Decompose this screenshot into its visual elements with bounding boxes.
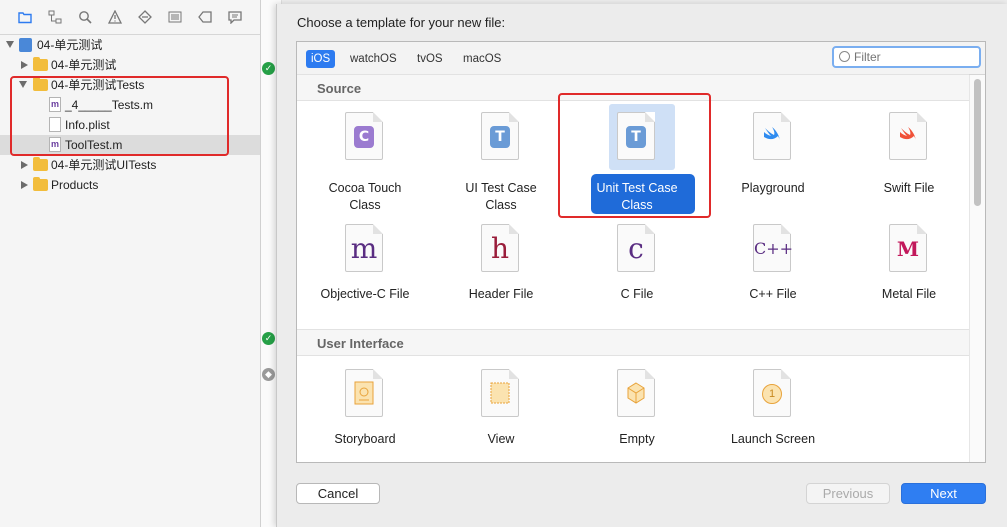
template-cocoa-touch-class[interactable]: C Cocoa Touch Class (297, 112, 433, 224)
template-label: UI Test Case Class (465, 181, 537, 212)
folder-icon (33, 157, 48, 171)
tree-row-folder[interactable]: 04-单元测试UITests (0, 155, 260, 175)
template-label: Metal File (881, 287, 937, 301)
sheet-title: Choose a template for your new file: (297, 15, 506, 30)
diamond-icon[interactable] (138, 10, 152, 24)
template-label: Playground (741, 181, 805, 195)
folder-icon[interactable] (18, 10, 32, 24)
template-storyboard[interactable]: Storyboard (297, 369, 433, 462)
template-c-file[interactable]: c C File (569, 224, 705, 336)
swift-playground-icon (753, 112, 791, 160)
objc-file-icon: m (345, 224, 383, 272)
next-button[interactable]: Next (901, 483, 986, 504)
header-file-icon: h (481, 224, 519, 272)
previous-button[interactable]: Previous (806, 483, 890, 504)
disclosure-triangle-icon[interactable] (21, 61, 28, 69)
tab-tvos[interactable]: tvOS (412, 50, 448, 68)
c-file-icon: c (617, 224, 655, 272)
hierarchy-icon[interactable] (48, 10, 62, 24)
annotation-highlight-box (10, 76, 229, 156)
tree-row-label: 04-单元测试UITests (51, 158, 157, 172)
metal-file-icon: M (889, 224, 927, 272)
swift-bird-icon (764, 127, 780, 140)
tree-row-label: Products (51, 178, 99, 192)
swift-bird-icon (900, 127, 916, 140)
ui-test-case-icon: T (481, 112, 519, 160)
new-file-sheet: Choose a template for your new file: iOS… (276, 4, 1007, 527)
tree-row-folder[interactable]: Products (0, 175, 260, 195)
template-label: Launch Screen (730, 432, 816, 446)
cpp-file-icon: C++ (753, 224, 793, 272)
scrollbar-thumb[interactable] (974, 79, 981, 206)
launch-screen-icon: 1 (753, 369, 791, 417)
project-icon (19, 38, 32, 52)
tree-row-label: 04-单元测试 (37, 38, 103, 52)
tree-row-folder[interactable]: 04-单元测试 (0, 55, 260, 75)
filter-input[interactable] (854, 50, 974, 64)
disclosure-triangle-icon[interactable] (6, 41, 14, 48)
filter-field[interactable] (832, 46, 981, 68)
template-label: Cocoa Touch Class (328, 181, 402, 212)
annotation-highlight-box (558, 93, 711, 218)
section-header-user-interface: User Interface (297, 329, 969, 356)
template-playground[interactable]: Playground (705, 112, 841, 224)
cancel-button[interactable]: Cancel (296, 483, 380, 504)
template-label: C++ File (749, 287, 797, 301)
test-diamond-icon[interactable]: ◆ (262, 368, 275, 381)
template-empty[interactable]: Empty (569, 369, 705, 462)
tag-icon[interactable] (198, 10, 212, 24)
tab-macos[interactable]: macOS (458, 50, 506, 68)
list-icon[interactable] (168, 10, 182, 24)
disclosure-triangle-icon[interactable] (21, 161, 28, 169)
template-cpp-file[interactable]: C++ C++ File (705, 224, 841, 336)
test-pass-icon[interactable]: ✓ (262, 332, 275, 345)
template-view[interactable]: View (433, 369, 569, 462)
template-label: View (487, 432, 515, 446)
warning-icon[interactable] (108, 10, 122, 24)
template-label: Header File (468, 287, 534, 301)
template-label: Objective-C File (320, 287, 410, 301)
disclosure-triangle-icon[interactable] (21, 181, 28, 189)
project-navigator: 04-单元测试 04-单元测试 04-单元测试Tests m _4_____Te… (0, 0, 261, 527)
template-label: C File (620, 287, 654, 301)
navigator-toolbar (0, 0, 260, 35)
folder-icon (33, 177, 48, 191)
empty-icon (617, 369, 655, 417)
template-scrollbar[interactable] (969, 75, 985, 462)
platform-tabbar: iOS watchOS tvOS macOS (297, 42, 985, 75)
view-icon (481, 369, 519, 417)
test-pass-icon[interactable]: ✓ (262, 62, 275, 75)
template-header-file[interactable]: h Header File (433, 224, 569, 336)
tree-row-label: 04-单元测试 (51, 58, 117, 72)
filter-icon (839, 51, 850, 62)
template-label: Empty (619, 432, 655, 446)
template-objective-c-file[interactable]: m Objective-C File (297, 224, 433, 336)
tab-watchos[interactable]: watchOS (345, 50, 402, 68)
tree-row-project[interactable]: 04-单元测试 (0, 35, 260, 55)
template-swift-file[interactable]: Swift File (841, 112, 977, 224)
template-label: Swift File (883, 181, 935, 195)
template-metal-file[interactable]: M Metal File (841, 224, 977, 336)
cocoa-touch-class-icon: C (345, 112, 383, 160)
folder-icon (33, 57, 48, 71)
template-ui-test-case-class[interactable]: T UI Test Case Class (433, 112, 569, 224)
template-launch-screen[interactable]: 1 Launch Screen (705, 369, 841, 462)
swift-file-icon (889, 112, 927, 160)
search-icon[interactable] (78, 10, 92, 24)
template-label: Storyboard (334, 432, 396, 446)
storyboard-icon (345, 369, 383, 417)
comment-icon[interactable] (228, 10, 242, 24)
tab-ios[interactable]: iOS (306, 50, 336, 68)
